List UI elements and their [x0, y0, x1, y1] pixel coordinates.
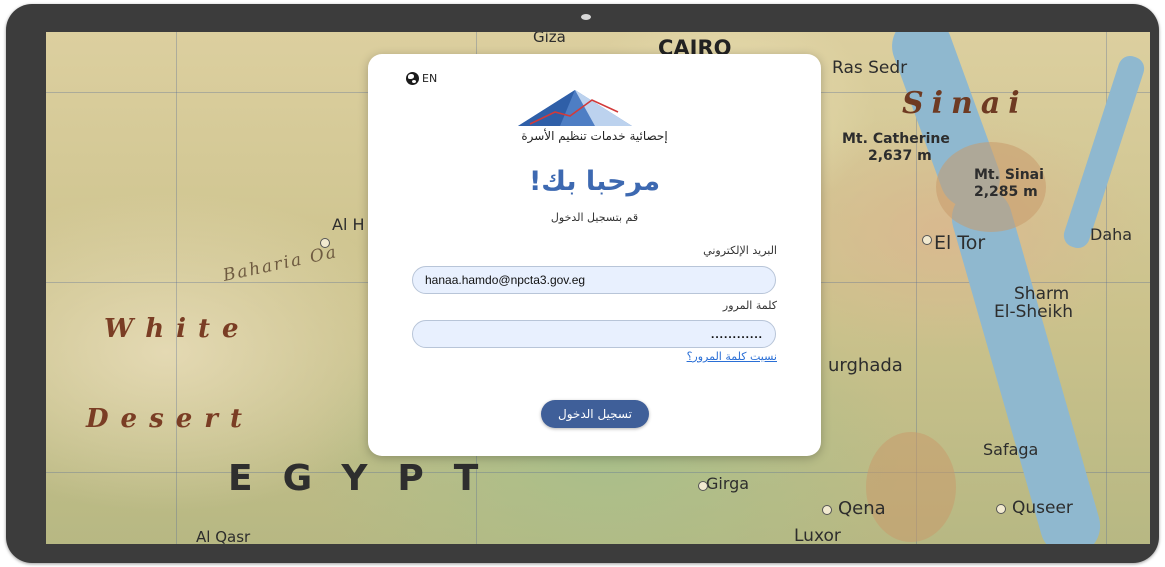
map-label-ras-sedr: Ras Sedr — [832, 58, 908, 78]
map-city-marker — [922, 235, 932, 245]
language-label: EN — [422, 72, 438, 85]
map-label-dahab: Daha — [1090, 225, 1133, 244]
login-card: EN إحصائية خدمات تنظيم الأسرة مرحبا بك! … — [368, 54, 821, 456]
map-gridline — [176, 32, 177, 544]
map-label-egypt: EGYPT — [228, 458, 509, 499]
welcome-title: مرحبا بك! — [528, 166, 661, 197]
map-label-mt-catherine-height: 2,637 m — [868, 148, 932, 164]
login-button[interactable]: تسجيل الدخول — [541, 400, 649, 428]
map-label-al-h: Al H — [332, 215, 365, 234]
map-label-sinai: Sinai — [902, 86, 1028, 121]
map-label-desert: Desert — [86, 404, 254, 434]
eastern-desert-hills — [866, 432, 956, 542]
map-label-hurghada: urghada — [828, 355, 903, 376]
map-label-girga: Girga — [706, 474, 750, 493]
map-label-mt-sinai: Mt. Sinai — [974, 167, 1044, 183]
map-label-mt-sinai-height: 2,285 m — [974, 184, 1038, 200]
map-label-bahariya: Baharia Oa — [221, 242, 340, 286]
gulf-of-aqaba — [1060, 52, 1148, 252]
password-label: كلمة المرور — [722, 299, 777, 312]
map-label-white: White — [104, 314, 251, 344]
map-label-al-qasr: Al Qasr — [196, 528, 251, 544]
globe-icon — [406, 72, 419, 85]
camera-dot — [581, 14, 591, 20]
map-label-quseer: Quseer — [1012, 498, 1073, 518]
map-city-marker — [320, 238, 330, 248]
map-gridline — [46, 472, 1150, 473]
map-label-el-sheikh: El-Sheikh — [994, 302, 1073, 322]
map-city-marker — [698, 481, 708, 491]
map-label-mt-catherine: Mt. Catherine — [842, 131, 950, 147]
map-label-giza: Giza — [533, 32, 566, 46]
map-label-safaga: Safaga — [983, 440, 1039, 459]
welcome-subtitle: قم بتسجيل الدخول — [550, 211, 639, 224]
logo-caption: إحصائية خدمات تنظيم الأسرة — [521, 129, 668, 143]
password-field[interactable] — [412, 320, 776, 348]
map-city-marker — [996, 504, 1006, 514]
map-city-marker — [822, 505, 832, 515]
map-label-sharm: Sharm — [1014, 284, 1070, 304]
forgot-password-link[interactable]: نسيت كلمة المرور؟ — [687, 350, 777, 363]
language-switch[interactable]: EN — [406, 72, 437, 85]
email-label: البريد الإلكتروني — [703, 244, 777, 257]
map-label-qena: Qena — [838, 498, 886, 519]
map-label-luxor: Luxor — [794, 526, 841, 544]
map-label-el-tor: El Tor — [934, 232, 986, 254]
email-field[interactable] — [412, 266, 776, 294]
